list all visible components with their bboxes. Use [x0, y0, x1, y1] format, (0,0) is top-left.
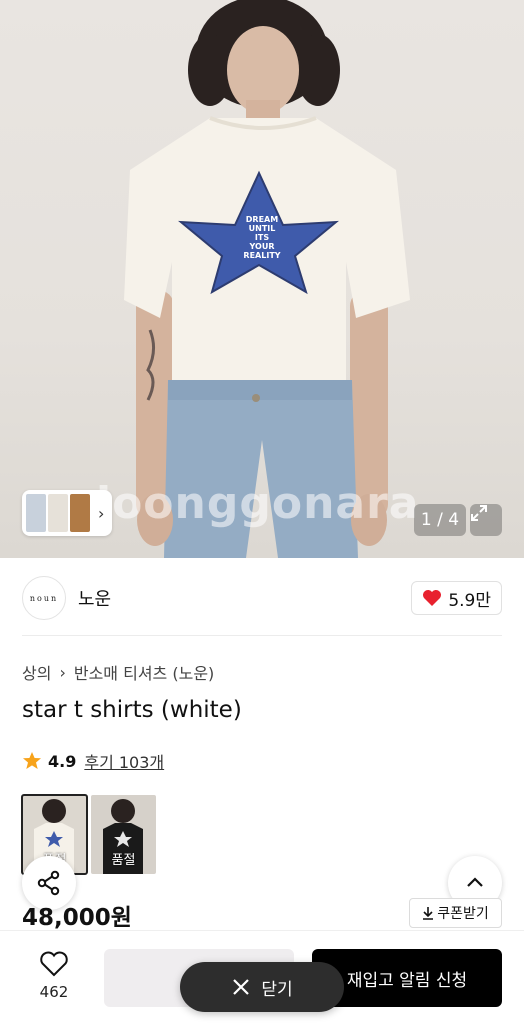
- breadcrumb-category[interactable]: 상의: [22, 660, 51, 684]
- brand-row[interactable]: noun 노운 5.9만: [22, 575, 502, 621]
- brand-like-button[interactable]: 5.9만: [411, 581, 502, 615]
- download-icon: [423, 907, 434, 920]
- coupon-label: 쿠폰받기: [437, 906, 489, 922]
- share-icon: [37, 870, 60, 896]
- close-label: 닫기: [261, 979, 293, 1000]
- rating-value: 4.9: [48, 751, 77, 771]
- variant-soldout-label: 품절: [111, 853, 136, 868]
- brand-like-count: 5.9만: [448, 590, 491, 611]
- chevron-right-icon: ›: [59, 662, 66, 682]
- thumbnail-1[interactable]: [26, 494, 46, 532]
- model-photo: DREAM UNTIL ITS YOUR REALITY: [124, 0, 410, 558]
- breadcrumb: 상의 › 반소매 티셔츠 (노운): [22, 660, 214, 684]
- wishlist-button[interactable]: 462: [22, 951, 86, 1001]
- wishlist-count: 462: [39, 983, 69, 1001]
- brand-name[interactable]: 노운: [78, 585, 111, 611]
- expand-icon: [471, 505, 487, 521]
- thumbnail-2[interactable]: [48, 494, 68, 532]
- product-title: star t shirts (white): [22, 697, 242, 723]
- breadcrumb-subcategory[interactable]: 반소매 티셔츠 (노운): [74, 660, 214, 684]
- chevron-up-icon: [467, 877, 483, 887]
- image-counter: 1 / 4: [414, 504, 466, 536]
- svg-text:ITS: ITS: [255, 233, 269, 242]
- svg-text:UNTIL: UNTIL: [249, 224, 276, 233]
- reviews-link[interactable]: 후기 103개: [84, 749, 164, 773]
- svg-text:YOUR: YOUR: [249, 242, 275, 251]
- close-button[interactable]: 닫기: [180, 962, 344, 1012]
- heart-filled-icon: [423, 590, 442, 606]
- chevron-right-icon: ›: [98, 503, 105, 523]
- thumbnail-3[interactable]: [70, 494, 90, 532]
- svg-text:REALITY: REALITY: [243, 251, 280, 260]
- star-icon: [23, 752, 41, 769]
- product-image[interactable]: DREAM UNTIL ITS YOUR REALITY loonggonara…: [0, 0, 524, 558]
- image-thumbnail-strip[interactable]: ›: [22, 490, 112, 536]
- heart-outline-icon: [40, 951, 68, 977]
- rating-row: 4.9 후기 103개: [22, 749, 164, 773]
- variant-black[interactable]: 품절: [91, 795, 156, 874]
- coupon-button[interactable]: 쿠폰받기: [409, 898, 502, 928]
- product-page: DREAM UNTIL ITS YOUR REALITY loonggonara…: [0, 0, 524, 1024]
- price: 48,000원: [22, 905, 132, 931]
- brand-logo[interactable]: noun: [22, 576, 66, 620]
- svg-text:DREAM: DREAM: [246, 215, 278, 224]
- expand-button[interactable]: [470, 504, 502, 536]
- watermark: loonggonara: [96, 478, 420, 529]
- close-icon: [233, 979, 250, 995]
- divider: [22, 635, 502, 636]
